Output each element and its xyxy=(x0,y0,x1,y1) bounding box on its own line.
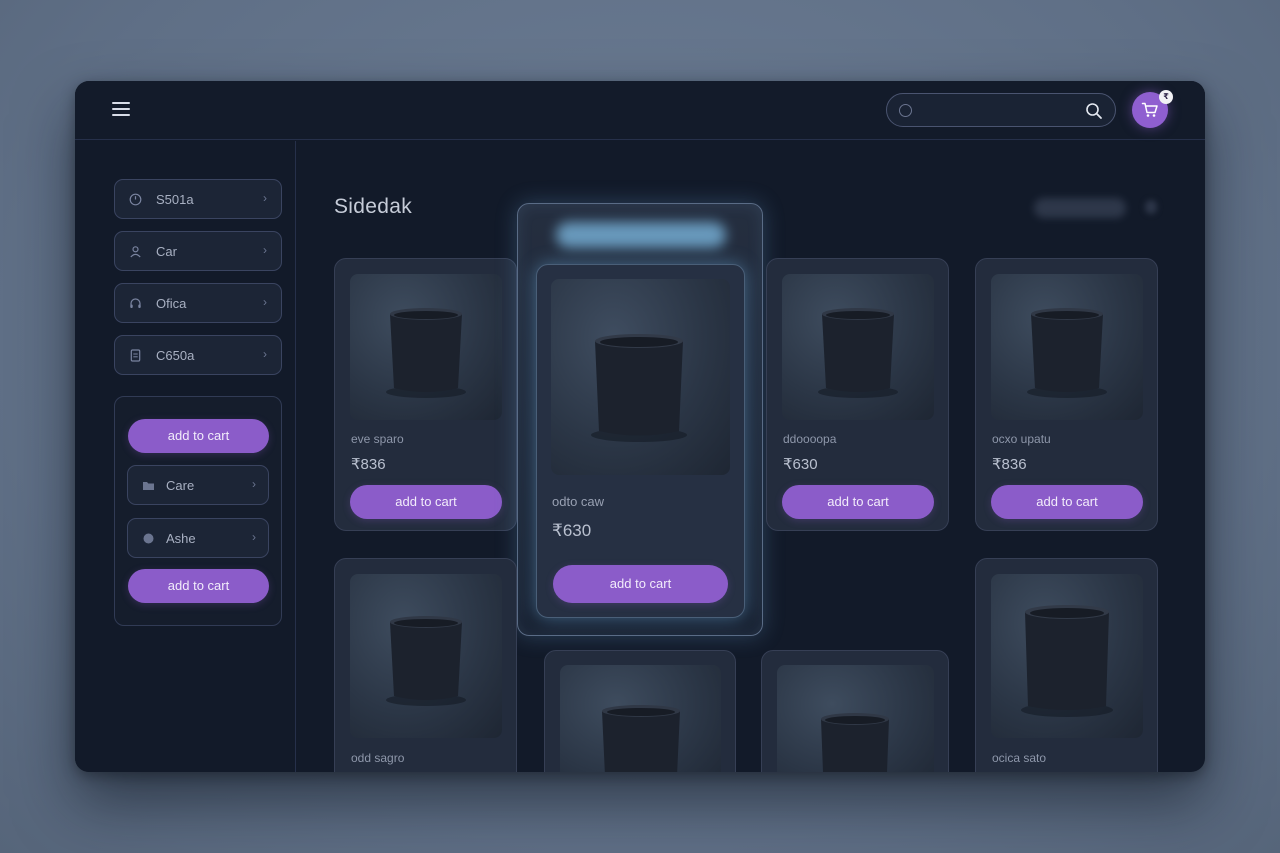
clock-icon xyxy=(129,193,142,206)
blurred-icon xyxy=(1145,200,1157,214)
product-name: eve sparo xyxy=(351,432,404,446)
product-card[interactable]: ocica sato xyxy=(975,558,1158,772)
product-card[interactable]: ddoooopa ₹630 add to cart xyxy=(766,258,949,531)
add-to-cart-button[interactable]: add to cart xyxy=(553,565,728,603)
product-name: ocxo upatu xyxy=(992,432,1051,446)
product-price: ₹630 xyxy=(783,456,818,473)
sidebar-item-label: Ofica xyxy=(156,296,187,311)
mug-image xyxy=(602,705,680,772)
sidebar-panel: add to cart Care › Ashe › add to cart xyxy=(114,396,282,626)
featured-product-card[interactable]: odto caw ₹630 add to cart xyxy=(536,264,745,618)
sidebar-panel-item-2[interactable]: Ashe › xyxy=(127,518,269,558)
add-to-cart-button[interactable]: add to cart xyxy=(350,485,502,519)
app-window: ₹ S501a › Car › Ofica › C650a › add to c… xyxy=(75,81,1205,772)
product-image xyxy=(350,274,502,420)
product-image xyxy=(991,274,1143,420)
chevron-right-icon: › xyxy=(252,477,256,491)
add-to-cart-button[interactable]: add to cart xyxy=(128,569,269,603)
document-icon xyxy=(130,349,141,362)
search-icon[interactable] xyxy=(1085,102,1103,120)
folder-icon xyxy=(143,482,154,490)
product-name: odto caw xyxy=(552,494,605,509)
mug-image xyxy=(1027,308,1107,398)
search-input[interactable] xyxy=(917,100,1077,122)
mug-image xyxy=(386,616,466,706)
product-price: ₹630 xyxy=(552,521,592,540)
sidebar: S501a › Car › Ofica › C650a › add to car… xyxy=(75,141,296,772)
product-price: ₹836 xyxy=(992,456,1027,473)
top-bar: ₹ xyxy=(75,81,1205,140)
product-image xyxy=(782,274,934,420)
chevron-right-icon: › xyxy=(263,295,267,309)
menu-icon[interactable] xyxy=(112,102,130,117)
product-name: odd sagro xyxy=(351,751,405,765)
cart-badge: ₹ xyxy=(1159,90,1173,104)
add-to-cart-button[interactable]: add to cart xyxy=(991,485,1143,519)
chevron-right-icon: › xyxy=(252,530,256,544)
mug-image xyxy=(386,308,466,398)
search-leading-icon xyxy=(899,104,912,117)
blurred-control xyxy=(1034,198,1126,218)
sidebar-panel-item-label: Care xyxy=(166,478,195,493)
mug-image xyxy=(591,334,687,442)
product-image xyxy=(551,279,730,475)
glow-badge xyxy=(556,222,726,248)
sidebar-panel-item-1[interactable]: Care › xyxy=(127,465,269,505)
sidebar-item-label: S501a xyxy=(156,192,194,207)
mug-image xyxy=(821,713,889,772)
product-card[interactable]: odd sagro xyxy=(334,558,517,772)
sidebar-item-label: C650a xyxy=(156,348,195,363)
chevron-right-icon: › xyxy=(263,191,267,205)
mug-image xyxy=(818,308,898,398)
circle-icon xyxy=(143,533,154,544)
featured-product-highlight: odto caw ₹630 add to cart xyxy=(517,203,763,636)
chevron-right-icon: › xyxy=(263,347,267,361)
sidebar-item-4[interactable]: C650a › xyxy=(114,335,282,375)
product-name: ddoooopa xyxy=(783,432,837,446)
mug-image xyxy=(1021,605,1113,717)
product-image xyxy=(991,574,1143,738)
page-title: Sidedak xyxy=(334,195,412,218)
product-price: ₹836 xyxy=(351,456,386,473)
product-image xyxy=(560,665,721,772)
user-icon xyxy=(130,246,141,258)
product-card[interactable]: eve sparo ₹836 add to cart xyxy=(334,258,517,531)
sidebar-panel-item-label: Ashe xyxy=(166,531,196,546)
product-image xyxy=(777,665,934,772)
sidebar-item-2[interactable]: Car › xyxy=(114,231,282,271)
sidebar-item-label: Car xyxy=(156,244,177,259)
sidebar-item-1[interactable]: S501a › xyxy=(114,179,282,219)
search-bar[interactable] xyxy=(886,93,1116,127)
product-name: ocica sato xyxy=(992,751,1047,765)
add-to-cart-button[interactable]: add to cart xyxy=(782,485,934,519)
add-to-cart-button[interactable]: add to cart xyxy=(128,419,269,453)
product-card[interactable]: ocxo upatu ₹836 add to cart xyxy=(975,258,1158,531)
headset-icon xyxy=(130,298,141,308)
product-card[interactable] xyxy=(544,650,736,772)
product-image xyxy=(350,574,502,738)
sidebar-item-3[interactable]: Ofica › xyxy=(114,283,282,323)
product-card[interactable] xyxy=(761,650,949,772)
cart-icon xyxy=(1141,102,1158,117)
chevron-right-icon: › xyxy=(263,243,267,257)
